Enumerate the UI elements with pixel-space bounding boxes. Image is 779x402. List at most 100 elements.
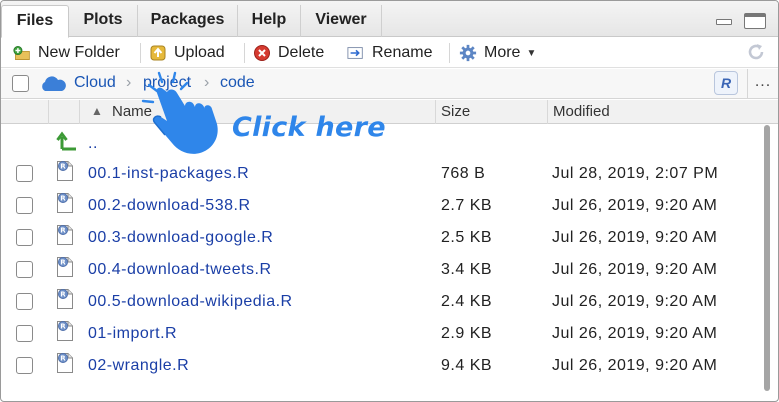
header-modified-label: Modified [553,103,610,120]
breadcrumb-separator: › [126,74,132,91]
svg-text:R: R [60,355,66,363]
r-file-icon: R [56,160,74,182]
upload-label: Upload [174,44,225,61]
file-modified: Jul 26, 2019, 9:20 AM [552,293,718,310]
header-icon-column [48,100,79,124]
r-file-icon: R [56,192,74,214]
parent-directory-link[interactable]: .. [88,135,98,153]
file-size: 2.4 KB [441,293,493,310]
file-checkbox[interactable] [16,165,33,182]
file-checkbox[interactable] [16,293,33,310]
sort-ascending-icon: ▲ [91,104,103,118]
file-name-link[interactable]: 00.3-download-google.R [88,229,273,247]
gear-icon [459,44,477,62]
new-folder-button[interactable]: New Folder [13,41,120,65]
file-row[interactable]: R 00.2-download-538.R 2.7 KB Jul 26, 2019, … [1,190,778,222]
file-size: 2.9 KB [441,325,493,342]
delete-icon [253,44,271,62]
column-header: ▲ Name Size Modified [1,100,778,124]
more-options-icon[interactable]: ... [747,69,778,99]
r-file-icon: R [56,288,74,310]
vertical-scrollbar[interactable] [764,125,770,391]
chevron-down-icon: ▼ [526,47,537,59]
upload-button[interactable]: Upload [149,41,225,65]
toolbar-divider [244,43,245,63]
file-row[interactable]: R 00.3-download-google.R 2.5 KB Jul 26, 201… [1,222,778,254]
file-row[interactable]: R 00.4-download-tweets.R 3.4 KB Jul 26, 201… [1,254,778,286]
pointing-hand-icon [137,71,233,163]
svg-text:R: R [60,259,66,267]
delete-button[interactable]: Delete [253,41,324,65]
header-modified[interactable]: Modified [547,100,778,124]
delete-label: Delete [278,44,325,61]
file-name-link[interactable]: 00.4-download-tweets.R [88,261,272,279]
file-checkbox[interactable] [16,197,33,214]
file-size: 3.4 KB [441,261,493,278]
breadcrumb-cloud[interactable]: Cloud [74,74,116,92]
new-folder-label: New Folder [38,44,120,61]
select-all-checkbox[interactable] [12,75,29,92]
r-file-icon: R [56,352,74,374]
file-size: 2.7 KB [441,197,493,214]
file-row[interactable]: R 00.5-download-wikipedia.R 2.4 KB Jul 26, … [1,286,778,318]
file-modified: Jul 26, 2019, 9:20 AM [552,197,718,214]
minimize-icon[interactable] [714,13,734,25]
more-label: More [484,44,521,61]
file-checkbox[interactable] [16,229,33,246]
rename-label: Rename [372,44,433,61]
file-modified: Jul 26, 2019, 9:20 AM [552,357,718,374]
click-here-annotation: Click here [232,112,386,143]
svg-text:R: R [60,291,66,299]
r-file-icon: R [56,320,74,342]
pane-controls [708,13,766,29]
toolbar-divider [449,43,450,63]
refresh-icon[interactable] [746,42,766,68]
file-size: 9.4 KB [441,357,493,374]
folder-plus-icon [13,44,31,62]
tab-plots[interactable]: Plots [69,5,138,37]
file-name-link[interactable]: 02-wrangle.R [88,357,189,375]
header-size-label: Size [441,103,471,120]
svg-text:R: R [60,227,66,235]
tab-help[interactable]: Help [238,5,301,37]
svg-text:R: R [60,163,66,171]
file-name-link[interactable]: 00.1-inst-packages.R [88,165,249,183]
svg-text:R: R [60,323,66,331]
file-row[interactable]: R 01-import.R 2.9 KB Jul 26, 2019, 9:20 AM [1,318,778,350]
tab-viewer[interactable]: Viewer [301,5,382,37]
file-modified: Jul 26, 2019, 9:20 AM [552,229,718,246]
r-project-icon[interactable]: R [714,71,738,95]
up-arrow-icon [56,129,78,156]
file-name-link[interactable]: 00.2-download-538.R [88,197,251,215]
tab-packages[interactable]: Packages [138,5,238,37]
header-size[interactable]: Size [435,100,547,124]
file-modified: Jul 26, 2019, 9:20 AM [552,325,718,342]
file-size: 2.5 KB [441,229,493,246]
toolbar-divider [140,43,141,63]
svg-text:R: R [60,195,66,203]
file-name-link[interactable]: 01-import.R [88,325,177,343]
file-checkbox[interactable] [16,357,33,374]
rename-icon [347,44,365,62]
file-checkbox[interactable] [16,261,33,278]
r-file-icon: R [56,256,74,278]
tab-files[interactable]: Files [1,5,69,38]
r-file-icon: R [56,224,74,246]
tab-bar: Files Plots Packages Help Viewer [1,1,778,38]
file-row[interactable]: R 02-wrangle.R 9.4 KB Jul 26, 2019, 9:20 AM [1,350,778,382]
files-toolbar: New Folder Upload Delete Rename More ▼ [1,38,778,68]
file-size: 768 B [441,165,486,182]
maximize-icon[interactable] [744,13,766,29]
rename-button[interactable]: Rename [347,41,432,65]
more-menu-button[interactable]: More ▼ [459,41,536,65]
upload-icon [149,44,167,62]
files-pane: Files Plots Packages Help Viewer New Fol… [0,0,779,402]
file-name-link[interactable]: 00.5-download-wikipedia.R [88,293,293,311]
file-modified: Jul 28, 2019, 2:07 PM [552,165,719,182]
file-row[interactable]: R 00.1-inst-packages.R 768 B Jul 28, 2019, … [1,158,778,190]
breadcrumb: Cloud › project › code R ... [1,69,778,99]
file-modified: Jul 26, 2019, 9:20 AM [552,261,718,278]
file-checkbox[interactable] [16,325,33,342]
parent-directory-row[interactable]: .. [1,127,778,159]
cloud-icon [38,74,68,99]
